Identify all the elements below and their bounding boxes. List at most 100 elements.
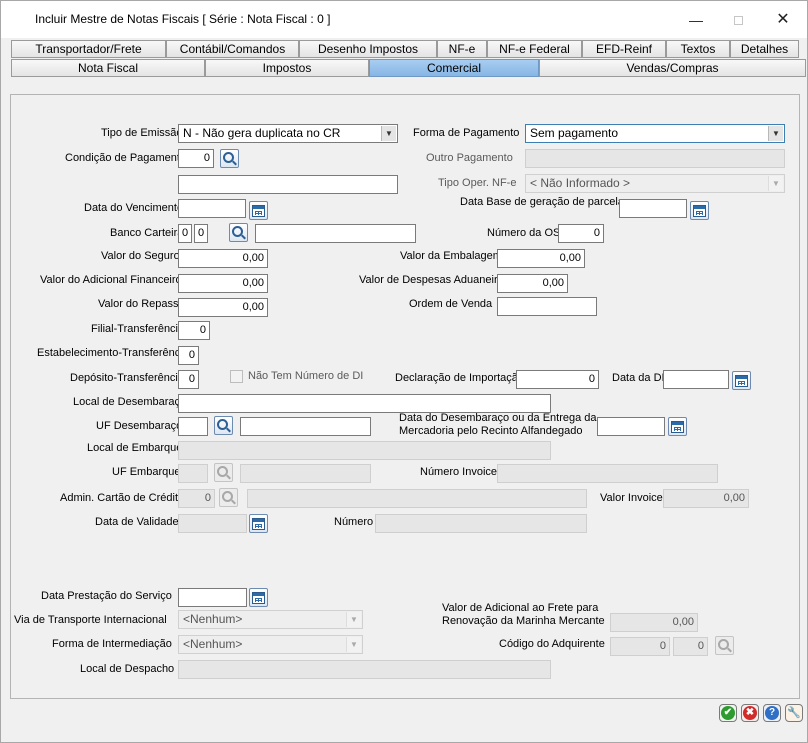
valor-embalagem-input[interactable]: 0,00 <box>497 249 585 268</box>
condicao-pagamento-search-button[interactable] <box>220 149 239 168</box>
forma-pagamento-select[interactable]: Sem pagamento ▼ <box>525 124 785 143</box>
data-base-parcelas-calendar-button[interactable] <box>690 201 709 220</box>
banco-carteira-search-button[interactable] <box>229 223 248 242</box>
close-button[interactable]: ✕ <box>763 7 803 33</box>
condicao-pagamento-label: Condição de Pagamento <box>65 152 187 164</box>
valor-repasse-input[interactable]: 0,00 <box>178 298 268 317</box>
banco-carteira-desc-input[interactable] <box>255 224 416 243</box>
codigo-adquirente-input-1[interactable]: 0 <box>610 637 670 656</box>
forma-pagamento-label: Forma de Pagamento <box>413 127 520 139</box>
via-transporte-select[interactable]: <Nenhum> ▼ <box>178 610 363 629</box>
tab-comercial[interactable]: Comercial <box>369 59 539 77</box>
data-base-parcelas-input[interactable] <box>619 199 687 218</box>
valor-adic-financeiro-input[interactable]: 0,00 <box>178 274 268 293</box>
outro-pagamento-input[interactable] <box>525 149 785 168</box>
numero-os-label: Número da OS <box>487 227 561 239</box>
ordem-venda-input[interactable] <box>497 297 597 316</box>
condicao-pagamento-desc-input[interactable] <box>178 175 398 194</box>
tab-transportador-frete[interactable]: Transportador/Frete <box>11 40 166 58</box>
codigo-adquirente-input-2[interactable]: 0 <box>673 637 708 656</box>
calendar-icon <box>735 374 748 387</box>
local-despacho-input[interactable] <box>178 660 551 679</box>
valor-desp-aduaneiras-input[interactable]: 0,00 <box>497 274 568 293</box>
numero-invoice-label: Número Invoice <box>420 466 498 478</box>
admin-cartao-input[interactable]: 0 <box>178 489 215 508</box>
tab-textos[interactable]: Textos <box>666 40 730 58</box>
valor-embalagem-label: Valor da Embalagem <box>400 250 502 262</box>
admin-cartao-desc-input[interactable] <box>247 489 587 508</box>
cancel-button[interactable]: ✖ <box>741 704 759 722</box>
carteira-input[interactable]: 0 <box>194 224 208 243</box>
uf-desembaraco-search-button[interactable] <box>214 416 233 435</box>
data-desembaraco-input[interactable] <box>597 417 665 436</box>
numero-input[interactable] <box>375 514 587 533</box>
data-di-input[interactable] <box>663 370 729 389</box>
uf-desembaraco-desc-input[interactable] <box>240 417 371 436</box>
local-embarque-input[interactable] <box>178 441 551 460</box>
admin-cartao-search-button[interactable] <box>219 488 238 507</box>
ok-button[interactable]: ✔ <box>719 704 737 722</box>
filial-transferencia-input[interactable]: 0 <box>178 321 210 340</box>
tab-impostos[interactable]: Impostos <box>205 59 369 77</box>
window-title: Incluir Mestre de Notas Fiscais [ Série … <box>35 12 331 26</box>
wrench-icon: 🔧 <box>787 707 801 719</box>
data-prestacao-calendar-button[interactable] <box>249 588 268 607</box>
tab-detalhes[interactable]: Detalhes <box>730 40 799 58</box>
codigo-adquirente-search-button[interactable] <box>715 636 734 655</box>
tab-nfe[interactable]: NF-e <box>437 40 487 58</box>
valor-desp-aduaneiras-label: Valor de Despesas Aduaneiras <box>359 274 510 286</box>
deposito-transferencia-label: Depósito-Transferência <box>70 372 184 384</box>
tipo-oper-nfe-value: < Não Informado > <box>530 176 631 190</box>
tools-button[interactable]: 🔧 <box>785 704 803 722</box>
minimize-button[interactable]: — <box>676 7 716 33</box>
uf-desembaraco-input[interactable] <box>178 417 208 436</box>
condicao-pagamento-input[interactable]: 0 <box>178 149 214 168</box>
search-icon <box>217 466 228 477</box>
uf-embarque-desc-input[interactable] <box>240 464 371 483</box>
tab-contabil-comandos[interactable]: Contábil/Comandos <box>166 40 299 58</box>
chevron-down-icon: ▼ <box>346 637 361 652</box>
tipo-emissao-label: Tipo de Emissão <box>101 127 183 139</box>
tab-efd-reinf[interactable]: EFD-Reinf <box>582 40 666 58</box>
nao-tem-di-checkbox[interactable] <box>230 370 243 383</box>
tipo-emissao-select[interactable]: N - Não gera duplicata no CR ▼ <box>178 124 398 143</box>
data-desembaraco-calendar-button[interactable] <box>668 417 687 436</box>
uf-embarque-input[interactable] <box>178 464 208 483</box>
deposito-transferencia-input[interactable]: 0 <box>178 370 199 389</box>
local-desembaraco-input[interactable] <box>178 394 551 413</box>
data-prestacao-input[interactable] <box>178 588 247 607</box>
maximize-button[interactable] <box>718 7 758 33</box>
calendar-icon <box>671 420 684 433</box>
tab-vendas-compras[interactable]: Vendas/Compras <box>539 59 806 77</box>
banco-input[interactable]: 0 <box>178 224 192 243</box>
data-di-calendar-button[interactable] <box>732 371 751 390</box>
tab-desenho-impostos[interactable]: Desenho Impostos <box>299 40 437 58</box>
search-icon <box>223 152 234 163</box>
numero-invoice-input[interactable] <box>497 464 718 483</box>
forma-intermediacao-value: <Nenhum> <box>183 637 243 651</box>
via-transporte-value: <Nenhum> <box>183 612 243 626</box>
valor-adic-frete-label-line1: Valor de Adicional ao Frete para <box>442 602 599 614</box>
data-validade-label: Data de Validade <box>95 516 179 528</box>
local-desembaraco-label: Local de Desembaraço <box>73 396 187 408</box>
data-vencimento-calendar-button[interactable] <box>249 201 268 220</box>
data-base-parcelas-label: Data Base de geração de parcelas <box>460 196 630 208</box>
data-vencimento-input[interactable] <box>178 199 246 218</box>
data-validade-calendar-button[interactable] <box>249 514 268 533</box>
help-button[interactable]: ? <box>763 704 781 722</box>
tipo-oper-nfe-select[interactable]: < Não Informado > ▼ <box>525 174 785 193</box>
forma-intermediacao-select[interactable]: <Nenhum> ▼ <box>178 635 363 654</box>
numero-os-input[interactable]: 0 <box>558 224 604 243</box>
via-transporte-label: Via de Transporte Internacional <box>14 614 167 626</box>
valor-adic-frete-label-line2: Renovação da Marinha Mercante <box>442 615 605 627</box>
tab-nfe-federal[interactable]: NF-e Federal <box>487 40 582 58</box>
estab-transferencia-input[interactable]: 0 <box>178 346 199 365</box>
valor-seguro-input[interactable]: 0,00 <box>178 249 268 268</box>
tab-nota-fiscal[interactable]: Nota Fiscal <box>11 59 205 77</box>
valor-adic-frete-input[interactable]: 0,00 <box>610 613 698 632</box>
declaracao-importacao-input[interactable]: 0 <box>516 370 599 389</box>
data-validade-input[interactable] <box>178 514 247 533</box>
help-icon: ? <box>765 706 779 720</box>
valor-invoice-input[interactable]: 0,00 <box>663 489 749 508</box>
uf-embarque-search-button[interactable] <box>214 463 233 482</box>
